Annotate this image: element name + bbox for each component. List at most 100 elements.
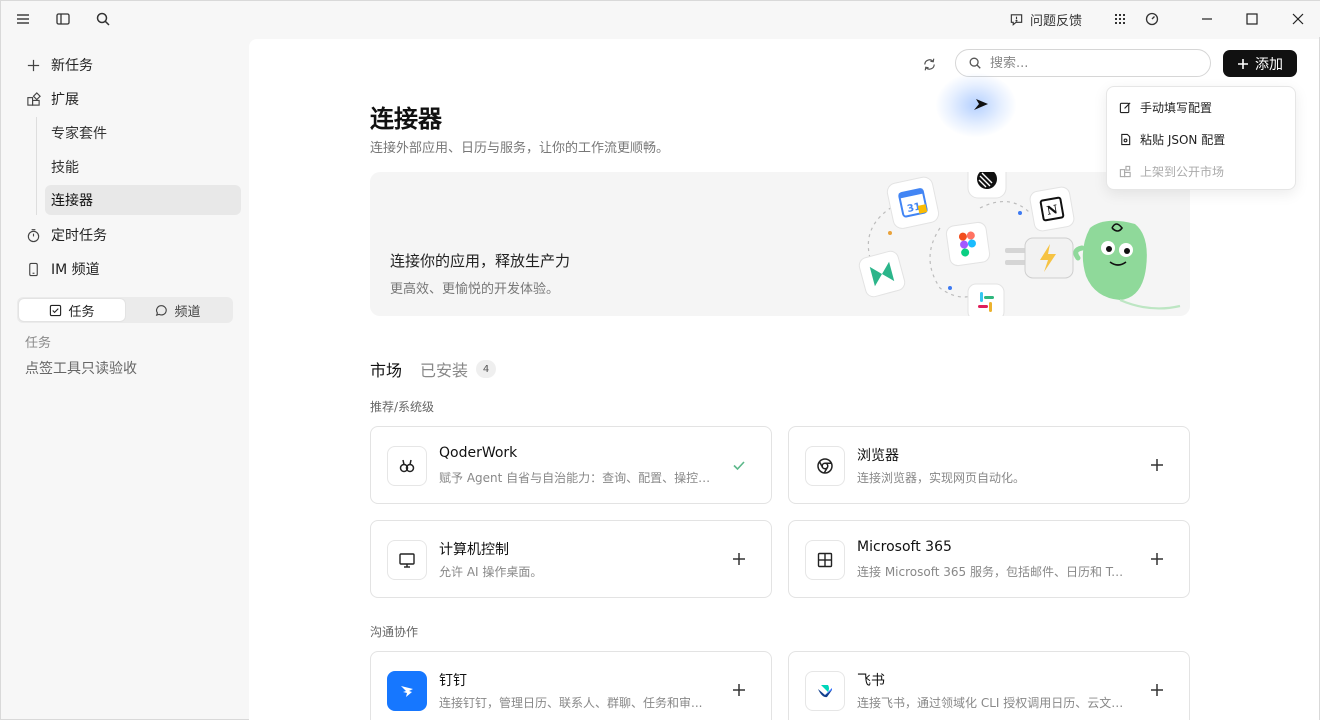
task-list-item[interactable]: 点签工具只读验收 [25, 358, 137, 378]
timer-icon [25, 227, 41, 243]
card-description: 连接钉钉，管理日历、联系人、群聊、任务和审... [439, 696, 703, 710]
add-connector-button[interactable] [729, 680, 749, 700]
connector-card-feishu[interactable]: 飞书 连接飞书，通过领域化 CLI 授权调用日历、云文档... [788, 651, 1190, 720]
sidebar-item-label: 专家套件 [51, 126, 107, 142]
banner-title: 连接你的应用，释放生产力 [390, 252, 571, 270]
grid-icon[interactable] [1108, 7, 1132, 31]
sidebar-item-label: 连接器 [51, 193, 93, 209]
submenu-line [36, 117, 37, 215]
extension-icon [1119, 165, 1131, 177]
task-section-label: 任务 [25, 336, 52, 351]
card-description: 允许 AI 操作桌面。 [439, 565, 543, 579]
maximize-button[interactable] [1237, 7, 1267, 31]
tab-channels[interactable]: 频道 [125, 299, 231, 321]
qoderwork-icon [387, 446, 427, 486]
sidebar-item-skills[interactable]: 技能 [45, 152, 241, 182]
connector-card-computer-control[interactable]: 计算机控制 允许 AI 操作桌面。 [370, 520, 772, 598]
installed-check-icon [729, 455, 749, 475]
card-description: 赋予 Agent 自省与自治能力：查询、配置、操控 ... [439, 471, 711, 485]
edit-icon [1119, 101, 1131, 113]
tab-label: 频道 [174, 304, 201, 320]
search-input[interactable] [990, 55, 1190, 71]
cursor-icon [974, 99, 988, 110]
plus-icon [733, 684, 745, 696]
tab-tasks[interactable]: 任务 [19, 299, 125, 321]
plus-icon [1238, 58, 1248, 69]
card-name: 计算机控制 [439, 542, 509, 558]
minimize-button[interactable] [1192, 7, 1222, 31]
banner-subtitle: 更高效、更愉悦的开发体验。 [390, 282, 560, 297]
document-icon [1121, 133, 1131, 145]
menu-item-label: 粘贴 JSON 配置 [1140, 132, 1226, 147]
section-label-communication: 沟通协作 [370, 625, 419, 639]
add-button[interactable]: 添加 [1223, 50, 1297, 77]
tab-label: 任务 [68, 304, 95, 320]
add-connector-button[interactable] [1147, 549, 1167, 569]
sidebar-toggle-icon[interactable] [51, 7, 75, 31]
page-subtitle: 连接外部应用、日历与服务，让你的工作流更顺畅。 [370, 141, 670, 156]
sidebar: 新任务 扩展 专家套件 技能 连接器 定时任务 IM 频道 任务 频道 任务 点… [1, 37, 249, 720]
plus-icon [1151, 553, 1163, 565]
sidebar-item-extensions[interactable]: 扩展 [17, 85, 241, 113]
add-button-label: 添加 [1255, 56, 1283, 73]
card-name: 浏览器 [857, 448, 899, 464]
gauge-icon[interactable] [1140, 7, 1164, 31]
card-name: 飞书 [857, 673, 885, 689]
connector-illustration: 31 N [858, 172, 1181, 316]
menu-item-paste-json[interactable]: 粘贴 JSON 配置 [1119, 129, 1225, 149]
dingtalk-icon [387, 671, 427, 711]
sidebar-item-scheduled[interactable]: 定时任务 [17, 221, 241, 249]
section-label-recommended: 推荐/系统级 [370, 400, 435, 414]
feishu-icon [805, 671, 845, 711]
add-connector-button[interactable] [1147, 455, 1167, 475]
menu-item-manual-config[interactable]: 手动填写配置 [1119, 97, 1212, 117]
promo-banner: 连接你的应用，释放生产力 更高效、更愉悦的开发体验。 31 N [370, 172, 1190, 316]
card-name: QoderWork [439, 445, 518, 461]
feedback-label: 问题反馈 [1030, 13, 1083, 29]
plus-icon [1151, 459, 1163, 471]
tab-market[interactable]: 市场 [370, 357, 402, 381]
sidebar-item-expert-kit[interactable]: 专家套件 [45, 118, 241, 148]
sidebar-item-label: IM 频道 [51, 262, 100, 278]
plus-icon [1151, 684, 1163, 696]
sidebar-item-label: 技能 [51, 160, 79, 176]
page-title: 连接器 [370, 105, 442, 133]
add-connector-button[interactable] [1147, 680, 1167, 700]
search-icon [969, 57, 981, 69]
menu-icon[interactable] [11, 7, 35, 31]
card-name: Microsoft 365 [857, 539, 952, 555]
chat-icon [156, 304, 168, 316]
menu-item-label: 手动填写配置 [1140, 100, 1213, 115]
sidebar-item-connectors[interactable]: 连接器 [45, 185, 241, 215]
checkbox-icon [50, 304, 62, 316]
sidebar-item-label: 定时任务 [51, 228, 107, 244]
connector-card-qoderwork[interactable]: QoderWork 赋予 Agent 自省与自治能力：查询、配置、操控 ... [370, 426, 772, 504]
search-box [955, 49, 1211, 77]
add-connector-button[interactable] [729, 549, 749, 569]
microsoft-icon [805, 540, 845, 580]
card-description: 连接浏览器，实现网页自动化。 [857, 471, 1026, 485]
installed-count-badge: 4 [476, 360, 497, 378]
sidebar-item-im-channel[interactable]: IM 频道 [17, 255, 241, 283]
extension-icon [25, 91, 41, 107]
plus-icon [25, 57, 41, 73]
browser-icon [805, 446, 845, 486]
connector-card-dingtalk[interactable]: 钉钉 连接钉钉，管理日历、联系人、群聊、任务和审... [370, 651, 772, 720]
sidebar-item-new-task[interactable]: 新任务 [17, 51, 241, 79]
close-button[interactable] [1283, 7, 1313, 31]
refresh-icon[interactable] [919, 54, 939, 74]
task-channel-switch: 任务 频道 [17, 297, 233, 323]
search-icon[interactable] [91, 7, 115, 31]
connector-card-browser[interactable]: 浏览器 连接浏览器，实现网页自动化。 [788, 426, 1190, 504]
feedback-icon [1010, 13, 1023, 26]
tab-bar: 市场 已安装 4 [370, 357, 497, 381]
card-description: 连接 Microsoft 365 服务，包括邮件、日历和 Tea... [857, 565, 1129, 579]
feedback-button[interactable]: 问题反馈 [1009, 9, 1082, 29]
monitor-icon [387, 540, 427, 580]
connector-card-microsoft-365[interactable]: Microsoft 365 连接 Microsoft 365 服务，包括邮件、日… [788, 520, 1190, 598]
add-dropdown-menu: 手动填写配置 粘贴 JSON 配置 上架到公开市场 [1106, 86, 1296, 190]
title-bar: 问题反馈 [1, 1, 1320, 37]
menu-item-label: 上架到公开市场 [1140, 164, 1225, 179]
phone-icon [25, 261, 41, 277]
tab-installed[interactable]: 已安装 [420, 357, 468, 381]
